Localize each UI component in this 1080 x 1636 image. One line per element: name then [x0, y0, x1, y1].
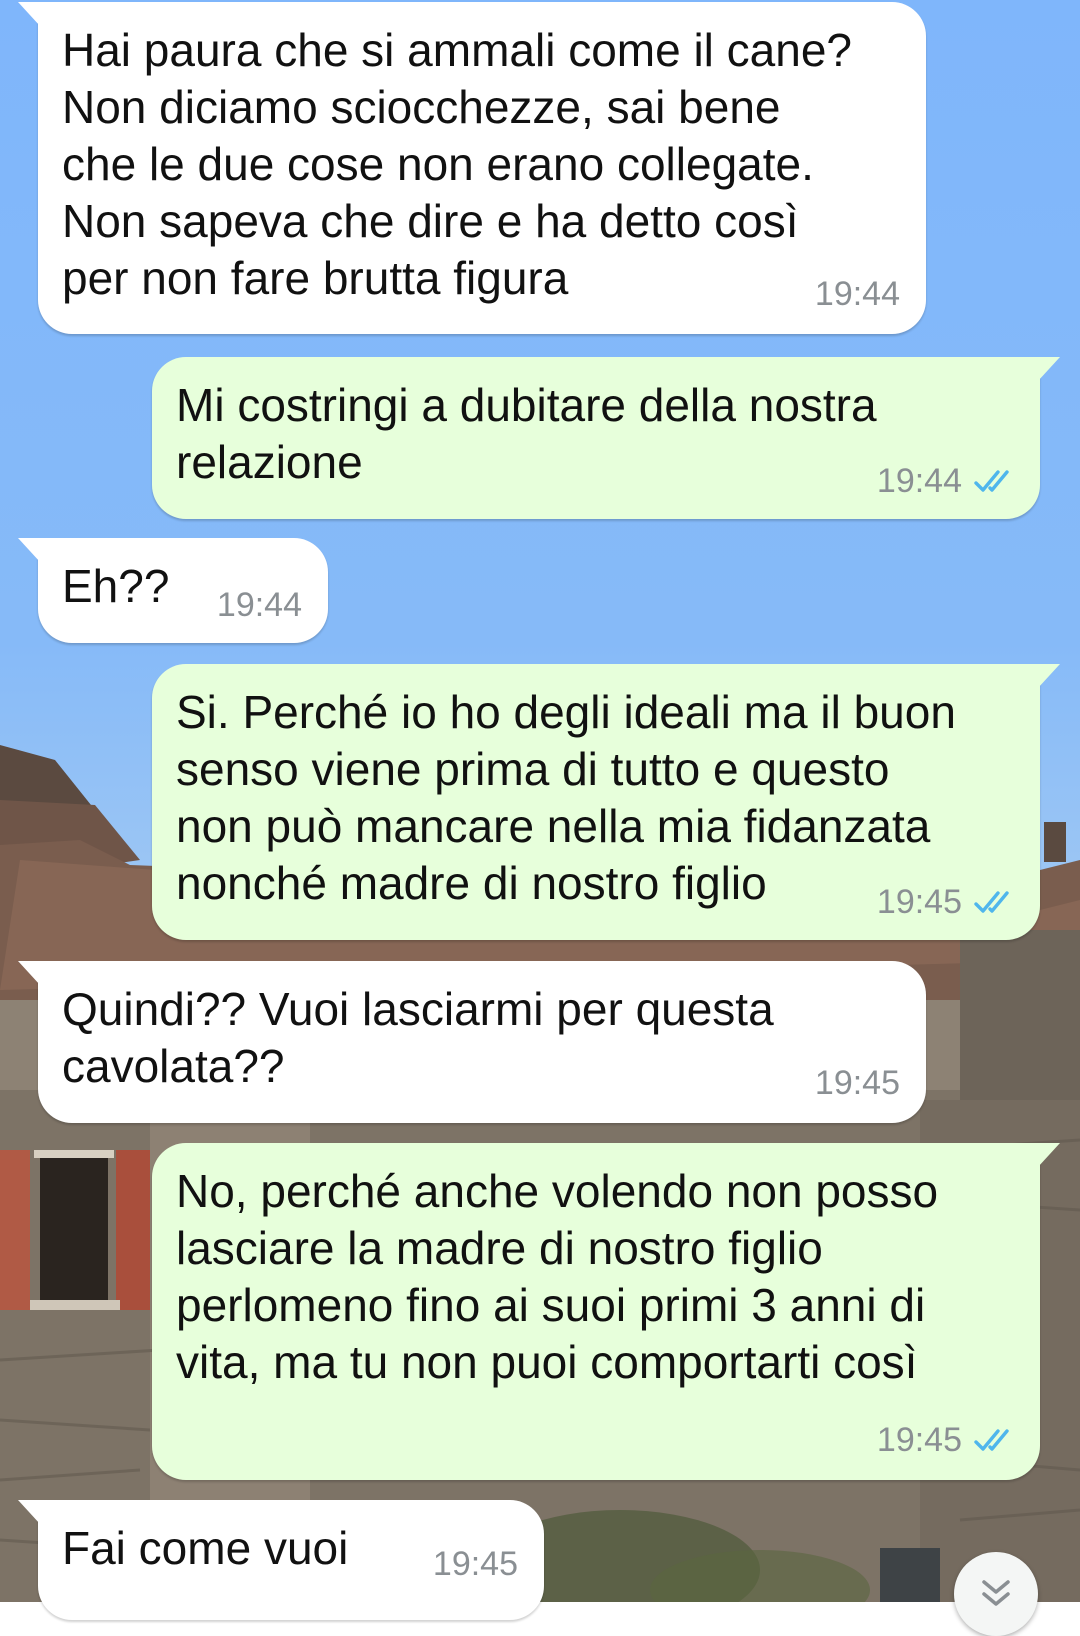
- message-text-line: Eh??: [62, 560, 170, 612]
- message-text-line: Quindi?? Vuoi lasciarmi per questa: [62, 983, 774, 1035]
- double-check-icon: [974, 1429, 1009, 1451]
- message-text-line: per non fare brutta figura: [62, 252, 569, 304]
- message-bubble-incoming[interactable]: Fai come vuoi 19:45: [18, 1500, 544, 1620]
- message-text-line: che le due cose non erano collegate.: [62, 138, 814, 190]
- message-text-line: vita, ma tu non puoi comportarti così: [176, 1336, 918, 1388]
- message-text-line: lasciare la madre di nostro figlio: [176, 1222, 823, 1274]
- message-timestamp: 19:45: [814, 1064, 900, 1102]
- message-text-line: relazione: [176, 436, 363, 488]
- message-text-line: perlomeno fino ai suoi primi 3 anni di: [176, 1279, 926, 1331]
- message-meta: 19:44: [877, 461, 1016, 501]
- message-text-line: Non sapeva che dire e ha detto così: [62, 195, 799, 247]
- message-bubble-outgoing[interactable]: No, perché anche volendo non posso lasci…: [152, 1143, 1060, 1480]
- message-timestamp: 19:45: [876, 1421, 962, 1459]
- message-timestamp: 19:44: [876, 462, 962, 500]
- message-timestamp: 19:44: [216, 586, 302, 624]
- message-meta: 19:44: [217, 585, 302, 625]
- message-text-line: No, perché anche volendo non posso: [176, 1165, 939, 1217]
- message-bubble-incoming[interactable]: Hai paura che si ammali come il cane? No…: [18, 2, 926, 334]
- message-text-line: cavolata??: [62, 1040, 285, 1092]
- scroll-to-bottom-button[interactable]: [954, 1552, 1038, 1636]
- message-bubble-outgoing[interactable]: Si. Perché io ho degli ideali ma il buon…: [152, 664, 1060, 940]
- message-text-line: senso viene prima di tutto e questo: [176, 743, 890, 795]
- message-text-line: non può mancare nella mia fidanzata: [176, 800, 931, 852]
- message-timestamp: 19:44: [814, 275, 900, 313]
- message-bubble-incoming[interactable]: Eh?? 19:44: [18, 538, 328, 643]
- message-text-line: nonché madre di nostro figlio: [176, 857, 767, 909]
- message-meta: 19:45: [877, 1420, 1016, 1460]
- message-meta: 19:44: [815, 274, 900, 314]
- message-text-line: Non diciamo sciocchezze, sai bene: [62, 81, 781, 133]
- double-check-icon: [974, 891, 1009, 913]
- message-bubble-incoming[interactable]: Quindi?? Vuoi lasciarmi per questa cavol…: [18, 961, 926, 1123]
- message-text-line: Hai paura che si ammali come il cane?: [62, 24, 853, 76]
- message-text-line: Si. Perché io ho degli ideali ma il buon: [176, 686, 956, 738]
- message-text-line: Fai come vuoi: [62, 1522, 349, 1574]
- double-check-icon: [974, 470, 1009, 492]
- message-meta: 19:45: [433, 1544, 518, 1584]
- chevron-double-down-icon: [982, 1580, 1010, 1606]
- message-bubble-outgoing[interactable]: Mi costringi a dubitare della nostra rel…: [152, 357, 1060, 519]
- message-meta: 19:45: [877, 882, 1016, 922]
- message-text-line: Mi costringi a dubitare della nostra: [176, 379, 877, 431]
- message-timestamp: 19:45: [432, 1545, 518, 1583]
- message-meta: 19:45: [815, 1063, 900, 1103]
- message-timestamp: 19:45: [876, 883, 962, 921]
